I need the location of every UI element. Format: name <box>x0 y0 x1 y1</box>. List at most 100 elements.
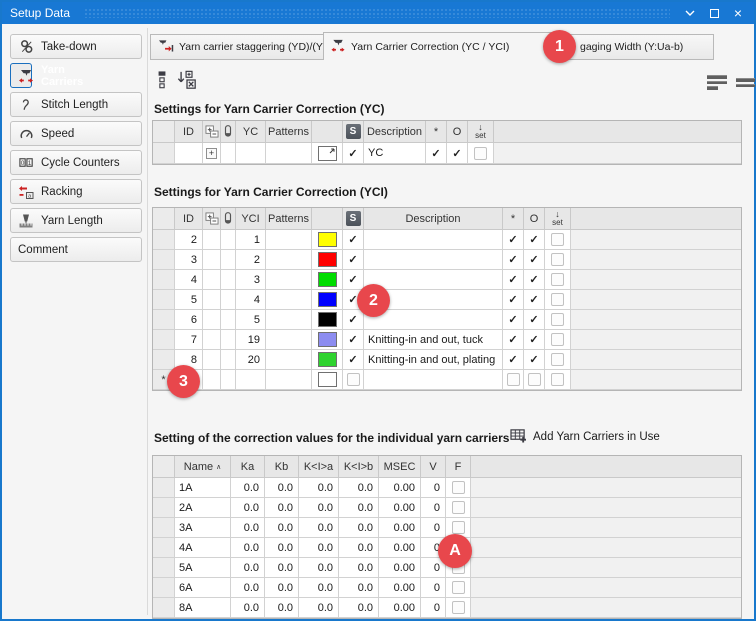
cell-yci[interactable]: 20 <box>236 350 266 370</box>
checkbox[interactable] <box>452 481 465 494</box>
row-selector[interactable] <box>153 143 175 164</box>
cell-star-check[interactable]: ✓ <box>503 230 524 250</box>
cell-description[interactable] <box>364 250 503 270</box>
cell-color[interactable] <box>312 330 343 350</box>
header-kia[interactable]: K<I>a <box>299 456 339 478</box>
delete-yarn-carrier-tool-icon[interactable] <box>176 70 198 90</box>
row-selector[interactable] <box>153 538 175 558</box>
cell-description[interactable] <box>364 270 503 290</box>
expand-collapse-all-icon[interactable] <box>203 121 221 143</box>
cell-v[interactable]: 0 <box>421 498 446 518</box>
cell-msec[interactable]: 0.00 <box>379 558 421 578</box>
cell-v[interactable]: 0 <box>421 518 446 538</box>
row-selector[interactable] <box>153 598 175 618</box>
cell-o-check[interactable]: ✓ <box>524 290 545 310</box>
cell-kia[interactable]: 0.0 <box>299 558 339 578</box>
cell-name[interactable]: 8A <box>175 598 231 618</box>
cell-id[interactable]: 4 <box>175 270 203 290</box>
checkbox[interactable] <box>551 333 564 346</box>
cell-description[interactable]: YC <box>364 143 426 164</box>
cell-ka[interactable]: 0.0 <box>231 578 265 598</box>
cell-s-check[interactable] <box>343 370 364 390</box>
checkbox[interactable] <box>551 233 564 246</box>
cell-id[interactable]: 7 <box>175 330 203 350</box>
sidebar-item-racking[interactable]: a Racking <box>10 179 142 204</box>
cell-color[interactable] <box>312 143 343 164</box>
cell-name[interactable]: 6A <box>175 578 231 598</box>
cell-set[interactable] <box>545 310 571 330</box>
cell-patterns[interactable] <box>266 250 312 270</box>
header-kib[interactable]: K<I>b <box>339 456 379 478</box>
cell-f[interactable] <box>446 498 471 518</box>
header-v[interactable]: V <box>421 456 446 478</box>
add-yarn-carriers-button[interactable]: Add Yarn Carriers in Use <box>510 428 660 446</box>
sidebar-item-yarn-carriers[interactable]: Yarn Carriers <box>10 63 32 88</box>
cell-o-check[interactable]: ✓ <box>524 230 545 250</box>
cell-ka[interactable]: 0.0 <box>231 478 265 498</box>
cell-set[interactable] <box>545 370 571 390</box>
cell-kib[interactable]: 0.0 <box>339 578 379 598</box>
cell-ka[interactable]: 0.0 <box>231 558 265 578</box>
cell-yci[interactable]: 4 <box>236 290 266 310</box>
cell-patterns[interactable] <box>266 270 312 290</box>
cell-description[interactable] <box>364 370 503 390</box>
cell-id[interactable]: 3 <box>175 250 203 270</box>
cell-kia[interactable]: 0.0 <box>299 518 339 538</box>
cell-kia[interactable]: 0.0 <box>299 498 339 518</box>
cell-color[interactable] <box>312 350 343 370</box>
cell-star-check[interactable]: ✓ <box>503 330 524 350</box>
header-name[interactable]: Name∧ <box>175 456 231 478</box>
cell-id[interactable]: 6 <box>175 310 203 330</box>
cell-color[interactable] <box>312 310 343 330</box>
header-kb[interactable]: Kb <box>265 456 299 478</box>
sidebar-item-cycle-counters[interactable]: 01 Cycle Counters <box>10 150 142 175</box>
cell-o-check[interactable] <box>524 370 545 390</box>
cell-yci[interactable]: 1 <box>236 230 266 250</box>
cell-kia[interactable]: 0.0 <box>299 538 339 558</box>
header-f[interactable]: F <box>446 456 471 478</box>
cell-s-check[interactable]: ✓ <box>343 230 364 250</box>
checkbox[interactable] <box>551 273 564 286</box>
cell-id[interactable]: 2 <box>175 230 203 250</box>
cell-v[interactable]: 0 <box>421 478 446 498</box>
row-selector[interactable] <box>153 578 175 598</box>
checkbox[interactable] <box>551 353 564 366</box>
cell-ka[interactable]: 0.0 <box>231 518 265 538</box>
two-line-view-icon[interactable] <box>735 75 755 90</box>
cell-id[interactable]: 5 <box>175 290 203 310</box>
cell-kb[interactable]: 0.0 <box>265 558 299 578</box>
cell-kia[interactable]: 0.0 <box>299 478 339 498</box>
cell-patterns[interactable] <box>266 310 312 330</box>
checkbox[interactable] <box>452 501 465 514</box>
cell-s-check[interactable]: ✓ <box>343 250 364 270</box>
cell-yci[interactable]: 2 <box>236 250 266 270</box>
cell-kib[interactable]: 0.0 <box>339 598 379 618</box>
row-selector[interactable] <box>153 290 175 310</box>
cell-f[interactable] <box>446 598 471 618</box>
cell-name[interactable]: 5A <box>175 558 231 578</box>
header-ka[interactable]: Ka <box>231 456 265 478</box>
cell-set[interactable] <box>545 270 571 290</box>
tab-yarn-carrier-correction[interactable]: Yarn Carrier Correction (YC / YCI) <box>323 32 560 60</box>
cell-msec[interactable]: 0.00 <box>379 498 421 518</box>
row-selector[interactable] <box>153 310 175 330</box>
cell-star-check[interactable]: ✓ <box>503 310 524 330</box>
cell-set[interactable] <box>468 143 494 164</box>
cell-description[interactable]: Knitting-in and out, plating <box>364 350 503 370</box>
row-selector[interactable] <box>153 518 175 538</box>
row-selector[interactable] <box>153 558 175 578</box>
cell-o-check[interactable]: ✓ <box>447 143 468 164</box>
three-line-view-icon[interactable] <box>706 75 728 90</box>
row-selector[interactable] <box>153 230 175 250</box>
expand-collapse-all-icon[interactable] <box>203 208 221 230</box>
cell-kb[interactable]: 0.0 <box>265 498 299 518</box>
cell-patterns[interactable] <box>266 290 312 310</box>
cell-ka[interactable]: 0.0 <box>231 598 265 618</box>
yarn-carrier-tool-icon[interactable] <box>155 70 169 90</box>
cell-description[interactable] <box>364 310 503 330</box>
cell-color[interactable] <box>312 290 343 310</box>
cell-color[interactable] <box>312 230 343 250</box>
cell-f[interactable] <box>446 578 471 598</box>
cell-s-check[interactable]: ✓ <box>343 270 364 290</box>
cell-o-check[interactable]: ✓ <box>524 330 545 350</box>
